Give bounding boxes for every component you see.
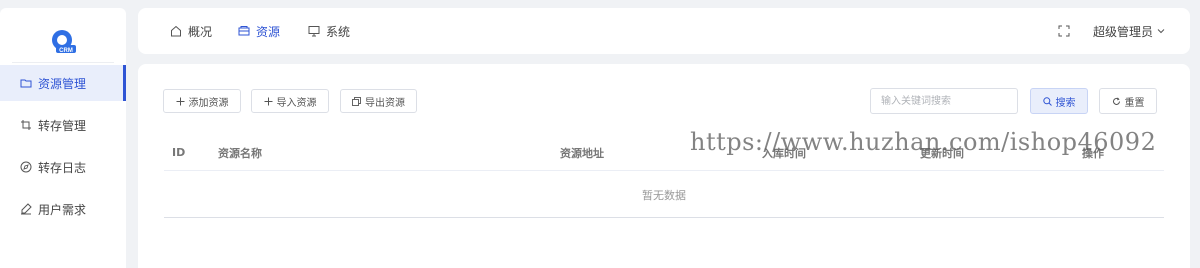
column-header-actions[interactable]: 操作 — [1082, 134, 1104, 171]
pen-icon — [20, 203, 32, 215]
sidebar-item-user-requests[interactable]: 用户需求 — [0, 191, 126, 227]
empty-state: 暂无数据 — [164, 172, 1164, 218]
sidebar-item-transfer-management[interactable]: 转存管理 — [0, 107, 126, 143]
tab-label: 资源 — [256, 24, 281, 39]
logo-divider — [12, 62, 114, 63]
table-header: ID 资源名称 资源地址 入库时间 更新时间 操作 — [164, 134, 1164, 171]
import-resource-button[interactable]: 导入资源 — [251, 89, 329, 113]
sidebar: CRM 资源管理 转存管理 转存日志 用户需求 — [0, 8, 126, 268]
sidebar-item-label: 资源管理 — [38, 76, 87, 91]
column-header-created[interactable]: 入库时间 — [762, 134, 806, 171]
column-header-id[interactable]: ID — [172, 134, 185, 171]
sidebar-item-label: 转存日志 — [38, 160, 87, 175]
compass-icon — [20, 161, 32, 173]
column-header-url[interactable]: 资源地址 — [560, 134, 604, 171]
monitor-icon — [308, 25, 320, 37]
top-nav-bar: 概况 资源 系统 超级管理员 — [138, 8, 1190, 54]
button-label: 导出资源 — [365, 97, 405, 109]
crop-icon — [20, 119, 32, 131]
empty-text: 暂无数据 — [642, 188, 686, 202]
user-name: 超级管理员 — [1093, 24, 1154, 39]
chevron-down-icon — [1156, 26, 1166, 36]
column-header-name[interactable]: 资源名称 — [218, 134, 262, 171]
tab-label: 概况 — [188, 24, 213, 39]
button-label: 搜索 — [1055, 97, 1076, 109]
home-icon — [170, 25, 182, 37]
sidebar-item-label: 用户需求 — [38, 202, 87, 217]
reset-button[interactable]: 重置 — [1099, 88, 1157, 114]
sidebar-item-transfer-log[interactable]: 转存日志 — [0, 149, 126, 185]
export-resource-button[interactable]: 导出资源 — [340, 89, 417, 113]
button-label: 添加资源 — [188, 97, 229, 109]
search-icon — [1042, 96, 1052, 106]
sidebar-item-resource-management[interactable]: 资源管理 — [0, 65, 126, 101]
tab-system[interactable]: 系统 — [308, 8, 350, 54]
box-icon — [238, 25, 250, 37]
sidebar-item-label: 转存管理 — [38, 118, 87, 133]
tab-label: 系统 — [326, 24, 351, 39]
logo-text: CRM — [59, 48, 73, 54]
crm-logo[interactable]: CRM — [47, 28, 79, 56]
plus-icon — [176, 97, 185, 106]
search-input[interactable] — [870, 88, 1018, 114]
tab-overview[interactable]: 概况 — [170, 8, 212, 54]
copy-icon — [352, 96, 361, 106]
refresh-icon — [1112, 97, 1121, 106]
button-label: 重置 — [1124, 97, 1145, 109]
plus-icon — [264, 97, 273, 106]
tab-resources[interactable]: 资源 — [238, 8, 280, 54]
button-label: 导入资源 — [276, 97, 317, 109]
user-menu[interactable]: 超级管理员 — [1093, 8, 1166, 54]
column-header-updated[interactable]: 更新时间 — [920, 134, 964, 171]
add-resource-button[interactable]: 添加资源 — [163, 89, 241, 113]
resource-panel: 添加资源 导入资源 导出资源 搜索 重置 ID 资源名称 资源地址 入库时间 更… — [138, 64, 1190, 268]
search-button[interactable]: 搜索 — [1030, 88, 1088, 114]
folder-icon — [20, 77, 32, 89]
fullscreen-icon[interactable] — [1058, 25, 1070, 37]
